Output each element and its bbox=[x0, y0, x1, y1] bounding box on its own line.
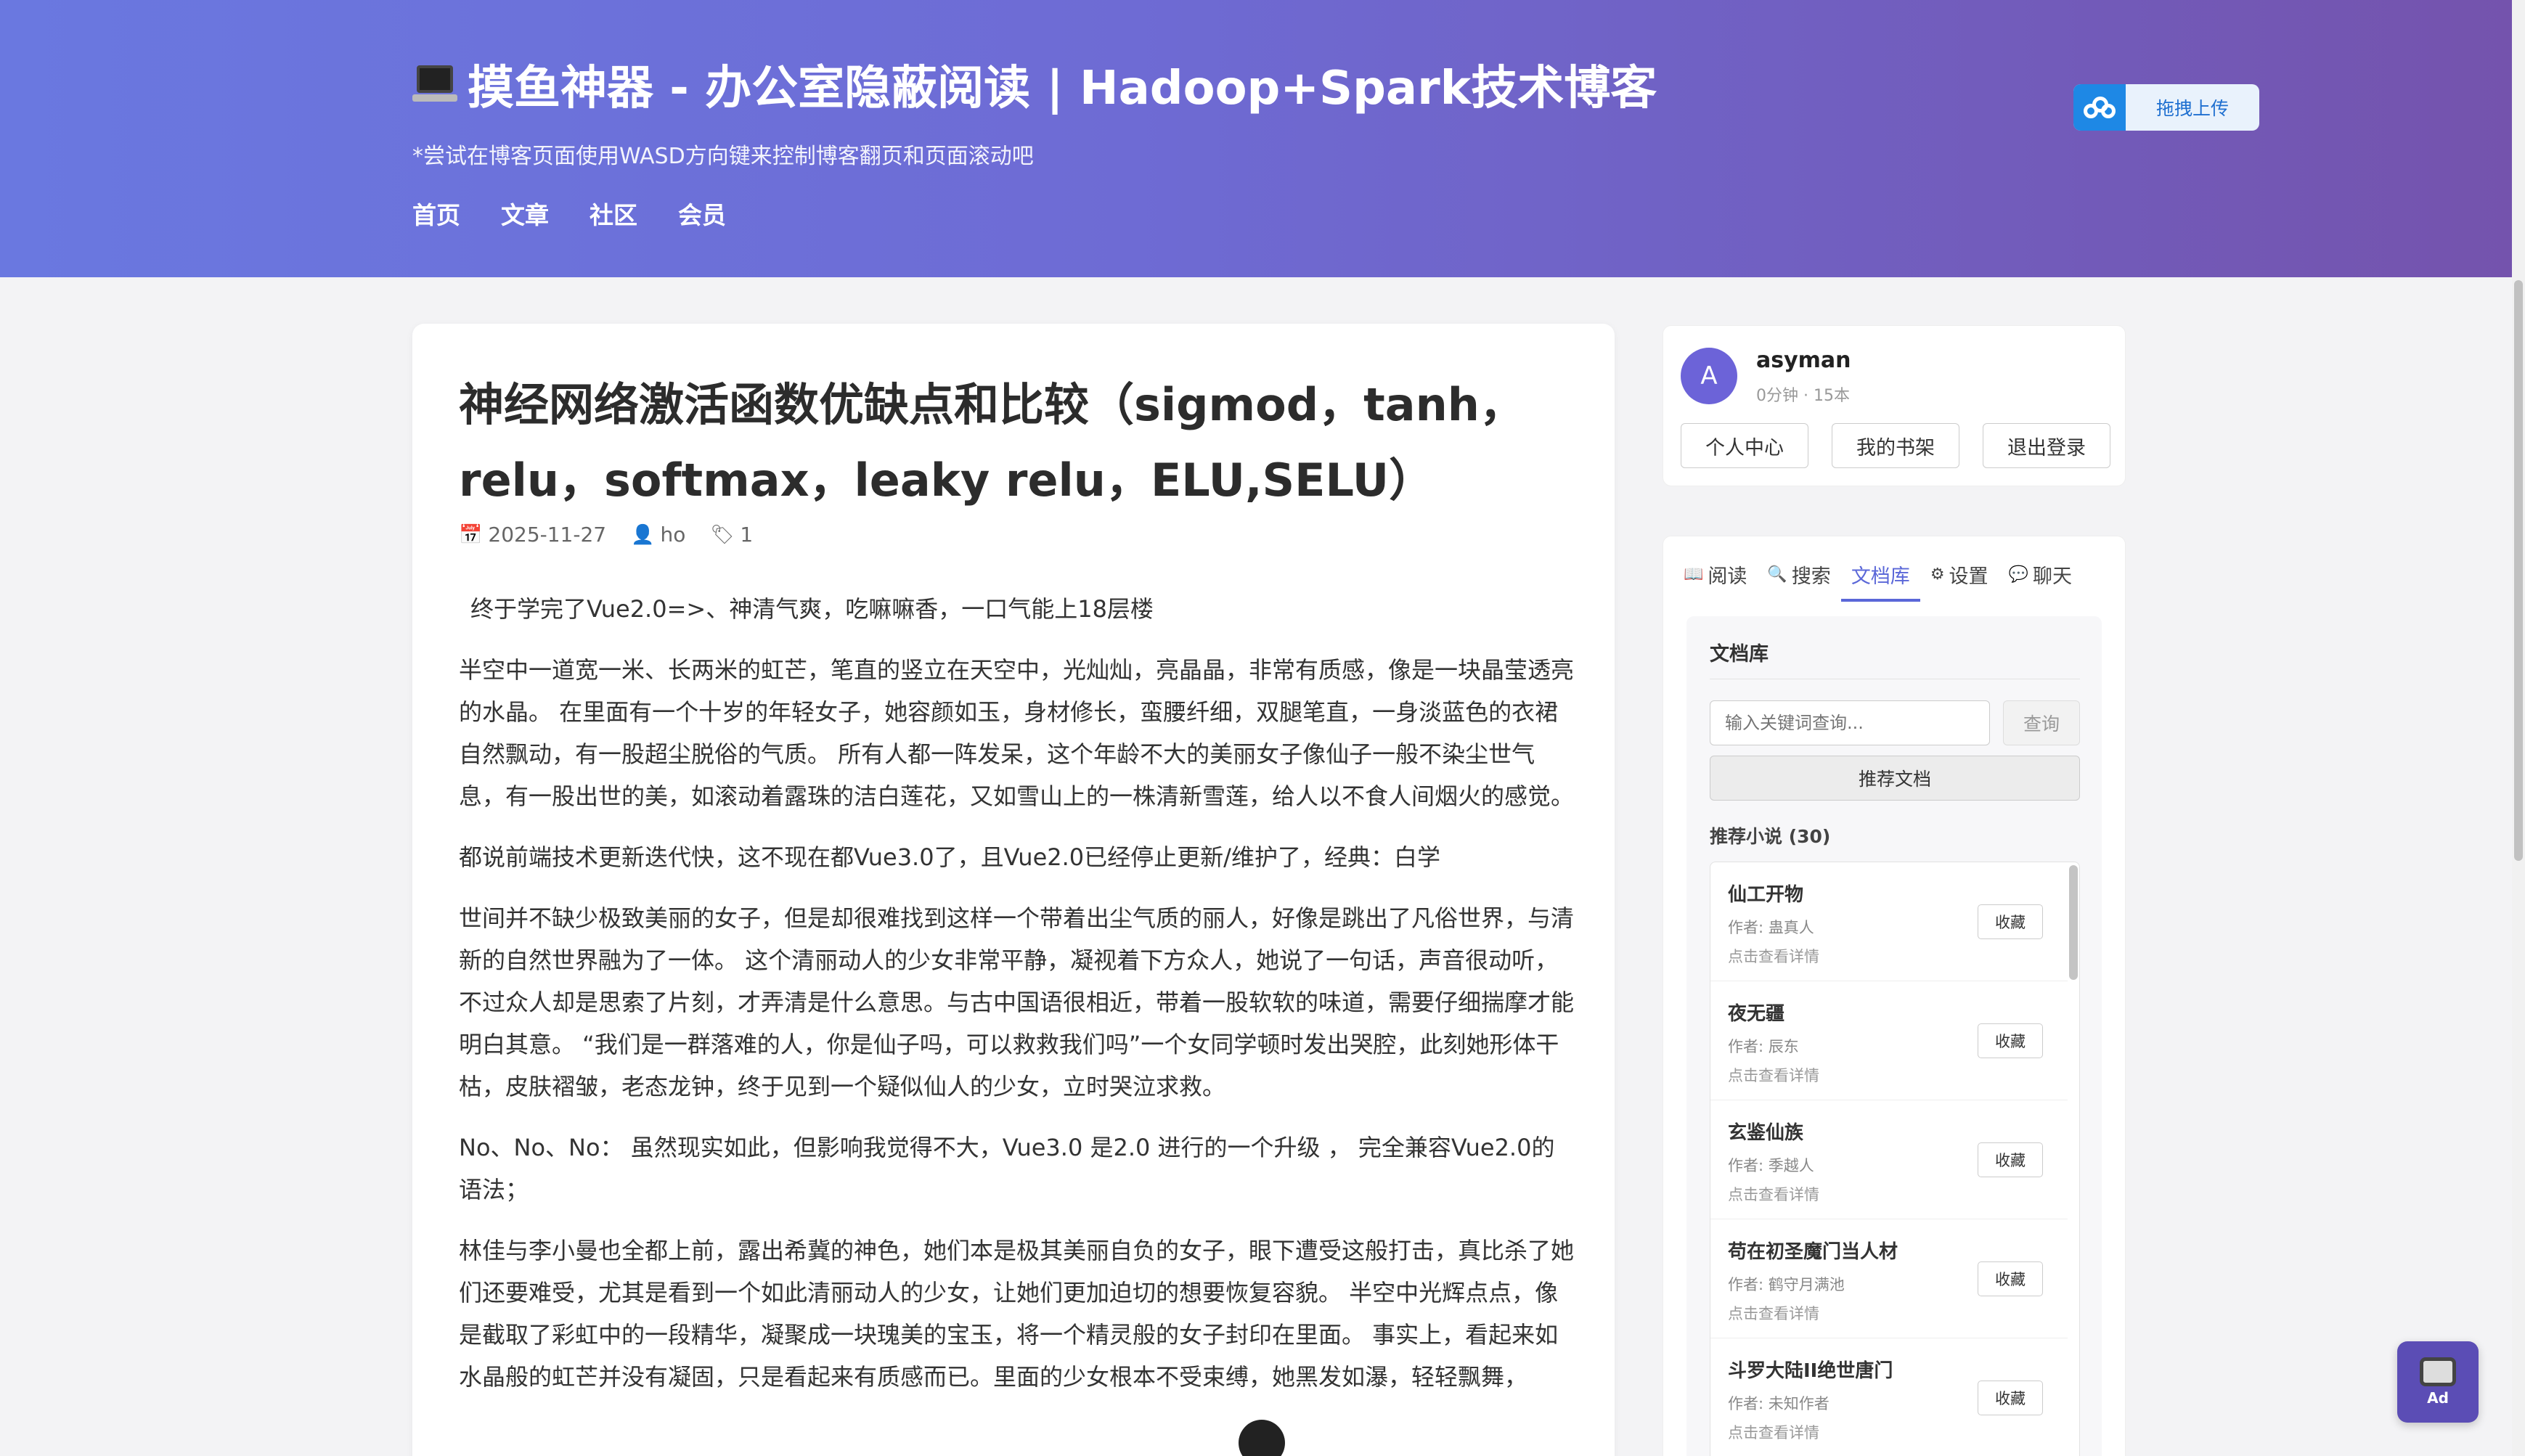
tab-search[interactable]: 🔍 搜索 bbox=[1757, 551, 1840, 597]
list-item[interactable]: 夜无疆 作者: 辰东 点击查看详情 收藏 bbox=[1710, 981, 2068, 1100]
novel-author: 作者: 蛊真人 bbox=[1728, 919, 1814, 936]
page-scrollbar[interactable] bbox=[2512, 0, 2525, 1456]
article-paragraph: No、No、No： 虽然现实如此，但影响我觉得不大，Vue3.0 是2.0 进行… bbox=[459, 1134, 1555, 1203]
tab-label: 设置 bbox=[1949, 565, 1988, 588]
site-title[interactable]: 摸鱼神器 - 办公室隐蔽阅读 | Hadoop+Spark技术博客 bbox=[412, 51, 1657, 118]
doc-search-input[interactable] bbox=[1710, 700, 1990, 745]
novel-author: 作者: 季越人 bbox=[1728, 1157, 1814, 1174]
ad-label: Ad bbox=[2427, 1389, 2449, 1407]
article-card: 神经网络激活函数优缺点和比较（sigmod，tanh，relu，softmax，… bbox=[412, 324, 1615, 1456]
user-stats: 0分钟 · 15本 bbox=[1756, 387, 1850, 405]
favorite-button[interactable]: 收藏 bbox=[1978, 1023, 2043, 1058]
novel-author: 作者: 鹤守月满池 bbox=[1728, 1276, 1845, 1293]
panel-tabs: 📖 阅读 🔍 搜索 文档库 ⚙ 设置 💬 聊天 bbox=[1673, 551, 2082, 602]
article-meta: 📅 2025-11-27 👤 ho 🏷 1 bbox=[459, 523, 753, 547]
laptop-icon bbox=[412, 62, 457, 106]
novel-detail-link[interactable]: 点击查看详情 bbox=[1728, 1183, 1819, 1205]
nav-community[interactable]: 社区 bbox=[590, 196, 637, 231]
novel-title: 仙工开物 bbox=[1728, 884, 1804, 906]
user-card: A asyman 0分钟 · 15本 个人中心 我的书架 退出登录 bbox=[1663, 325, 2126, 486]
doc-library-title: 文档库 bbox=[1710, 643, 1769, 666]
doc-library-section: 文档库 查询 推荐文档 推荐小说 (30) 仙工开物 作者: 蛊真人 点击查看详… bbox=[1686, 616, 2102, 1456]
tab-label: 阅读 bbox=[1708, 565, 1747, 588]
recommend-count: 推荐小说 (30) bbox=[1710, 826, 1831, 847]
novel-detail-link[interactable]: 点击查看详情 bbox=[1728, 1302, 1819, 1324]
query-button[interactable]: 查询 bbox=[2003, 700, 2080, 745]
site-subtitle: *尝试在博客页面使用WASD方向键来控制博客翻页和页面滚动吧 bbox=[412, 144, 1034, 169]
tag-icon: 🏷 bbox=[710, 523, 735, 546]
site-title-text: 摸鱼神器 - 办公室隐蔽阅读 | Hadoop+Spark技术博客 bbox=[468, 62, 1657, 115]
article-paragraph: 半空中一道宽一米、长两米的虹芒，笔直的竖立在天空中，光灿灿，亮晶晶，非常有质感，… bbox=[459, 656, 1575, 810]
tool-panel: 📖阅读 🔍搜索 文档库 ⚙设置 💬聊天 文档库 查询 推荐文档 推荐小说 (30… bbox=[1663, 536, 2126, 1456]
list-scrollbar-thumb[interactable] bbox=[2069, 865, 2078, 980]
cloud-icon bbox=[2073, 84, 2126, 131]
book-icon: 📖 bbox=[1684, 565, 1704, 584]
nav-membership[interactable]: 会员 bbox=[678, 196, 726, 231]
favorite-button[interactable]: 收藏 bbox=[1978, 904, 2043, 939]
site-header: 摸鱼神器 - 办公室隐蔽阅读 | Hadoop+Spark技术博客 *尝试在博客… bbox=[0, 0, 2512, 277]
search-icon: 🔍 bbox=[1767, 565, 1787, 584]
novel-list[interactable]: 仙工开物 作者: 蛊真人 点击查看详情 收藏 夜无疆 作者: 辰东 点击查看详情… bbox=[1710, 862, 2080, 1456]
user-name: asyman bbox=[1756, 348, 1851, 373]
nav-home[interactable]: 首页 bbox=[412, 196, 460, 231]
favorite-button[interactable]: 收藏 bbox=[1978, 1381, 2043, 1415]
novel-detail-link[interactable]: 点击查看详情 bbox=[1728, 1064, 1819, 1086]
novel-title: 玄鉴仙族 bbox=[1728, 1122, 1804, 1144]
article-author: ho bbox=[660, 523, 686, 547]
novel-detail-link[interactable]: 点击查看详情 bbox=[1728, 945, 1819, 967]
user-icon: 👤 bbox=[631, 523, 655, 546]
page-scrollbar-thumb[interactable] bbox=[2514, 280, 2523, 861]
tab-settings[interactable]: ⚙ 设置 bbox=[1920, 551, 1999, 597]
article-paragraph: 终于学完了Vue2.0=>、神清气爽，吃嘛嘛香，一口气能上18层楼 bbox=[470, 595, 1154, 623]
profile-button[interactable]: 个人中心 bbox=[1681, 423, 1808, 468]
article-body: 终于学完了Vue2.0=>、神清气爽，吃嘛嘛香，一口气能上18层楼 半空中一道宽… bbox=[459, 588, 1577, 1417]
favorite-button[interactable]: 收藏 bbox=[1978, 1142, 2043, 1177]
article-paragraph: 林佳与李小曼也全都上前，露出希冀的神色，她们本是极其美丽自负的女子，眼下遭受这般… bbox=[459, 1237, 1575, 1391]
tv-icon bbox=[2420, 1357, 2456, 1386]
novel-author: 作者: 辰东 bbox=[1728, 1038, 1799, 1055]
tab-label: 搜索 bbox=[1791, 565, 1831, 588]
main-nav: 首页 文章 社区 会员 bbox=[412, 196, 726, 231]
article-tag-count: 1 bbox=[740, 523, 754, 547]
novel-author: 作者: 未知作者 bbox=[1728, 1395, 1829, 1412]
list-item[interactable]: 斗罗大陆II绝世唐门 作者: 未知作者 点击查看详情 收藏 bbox=[1710, 1338, 2068, 1456]
novel-title: 夜无疆 bbox=[1728, 1003, 1785, 1025]
novel-title: 斗罗大陆II绝世唐门 bbox=[1728, 1360, 1893, 1382]
bookshelf-button[interactable]: 我的书架 bbox=[1832, 423, 1959, 468]
avatar[interactable]: A bbox=[1681, 348, 1737, 404]
chat-icon: 💬 bbox=[2008, 565, 2028, 584]
list-item[interactable]: 仙工开物 作者: 蛊真人 点击查看详情 收藏 bbox=[1710, 862, 2068, 981]
novel-title: 苟在初圣魔门当人材 bbox=[1728, 1241, 1898, 1263]
article-paragraph: 世间并不缺少极致美丽的女子，但是却很难找到这样一个带着出尘气质的丽人，好像是跳出… bbox=[459, 904, 1575, 1100]
favorite-button[interactable]: 收藏 bbox=[1978, 1261, 2043, 1296]
article-paragraph: 都说前端技术更新迭代快，这不现在都Vue3.0了，且Vue2.0已经停止更新/维… bbox=[459, 843, 1440, 871]
article-date: 2025-11-27 bbox=[488, 523, 607, 547]
article-title: 神经网络激活函数优缺点和比较（sigmod，tanh，relu，softmax，… bbox=[459, 378, 1525, 507]
tab-read[interactable]: 📖 阅读 bbox=[1673, 551, 1757, 597]
tab-doc-library[interactable]: 文档库 bbox=[1840, 551, 1920, 602]
list-item[interactable]: 玄鉴仙族 作者: 季越人 点击查看详情 收藏 bbox=[1710, 1100, 2068, 1219]
gear-icon: ⚙ bbox=[1930, 565, 1945, 584]
tab-label: 文档库 bbox=[1851, 565, 1910, 588]
tab-label: 聊天 bbox=[2032, 565, 2072, 588]
tab-chat[interactable]: 💬 聊天 bbox=[1999, 551, 2082, 597]
novel-detail-link[interactable]: 点击查看详情 bbox=[1728, 1421, 1819, 1443]
drag-upload-button[interactable]: 拖拽上传 bbox=[2073, 84, 2259, 131]
calendar-icon: 📅 bbox=[459, 523, 483, 546]
nav-articles[interactable]: 文章 bbox=[501, 196, 549, 231]
ad-widget[interactable]: Ad bbox=[2397, 1341, 2479, 1423]
recommend-docs-button[interactable]: 推荐文档 bbox=[1710, 756, 2080, 801]
logout-button[interactable]: 退出登录 bbox=[1983, 423, 2110, 468]
drag-upload-label: 拖拽上传 bbox=[2155, 98, 2229, 119]
list-item[interactable]: 苟在初圣魔门当人材 作者: 鹤守月满池 点击查看详情 收藏 bbox=[1710, 1219, 2068, 1338]
